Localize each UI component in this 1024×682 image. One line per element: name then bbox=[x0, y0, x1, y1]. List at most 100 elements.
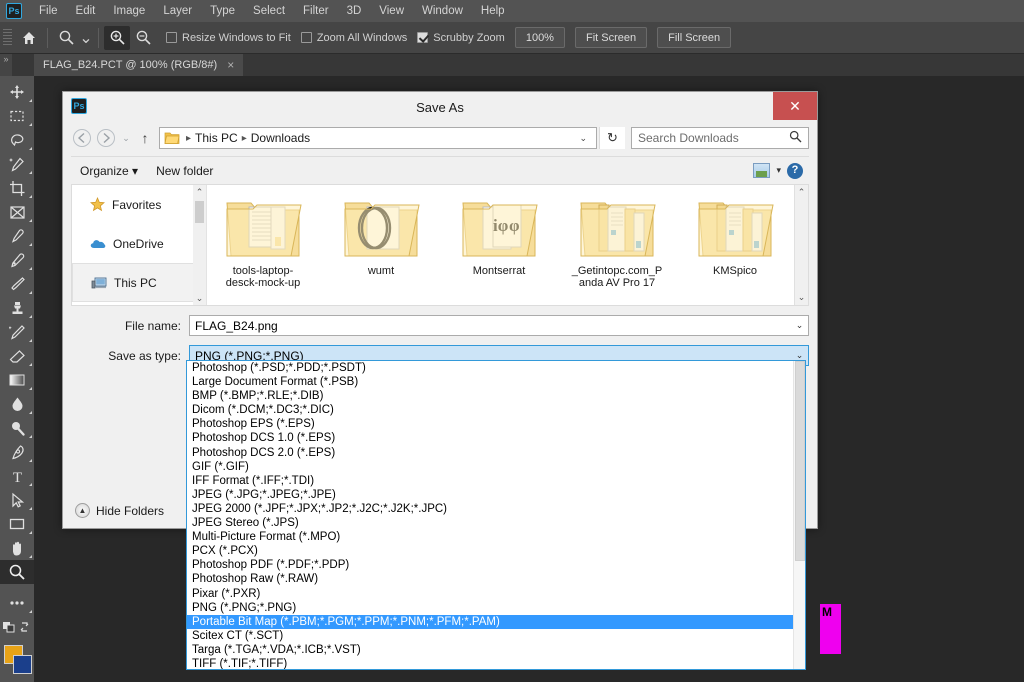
forward-button[interactable] bbox=[95, 127, 117, 149]
dropdown-option[interactable]: Photoshop Raw (*.RAW) bbox=[187, 572, 793, 586]
menu-filter[interactable]: Filter bbox=[294, 0, 338, 22]
checkbox-scrubby-zoom[interactable]: Scrubby Zoom bbox=[417, 32, 505, 44]
file-name-input[interactable]: FLAG_B24.png ⌄ bbox=[189, 315, 809, 336]
checkbox-zoom-all-windows[interactable]: Zoom All Windows bbox=[301, 32, 407, 44]
menu-window[interactable]: Window bbox=[413, 0, 472, 22]
spot-healing-brush-tool[interactable] bbox=[0, 248, 34, 272]
button-fill-screen[interactable]: Fill Screen bbox=[657, 27, 731, 48]
dropdown-option[interactable]: Photoshop DCS 1.0 (*.EPS) bbox=[187, 431, 793, 445]
menu-3d[interactable]: 3D bbox=[338, 0, 371, 22]
pen-tool[interactable] bbox=[0, 440, 34, 464]
view-layout-icon[interactable] bbox=[753, 163, 770, 178]
options-bar-grip[interactable] bbox=[3, 29, 12, 47]
dropdown-option[interactable]: IFF Format (*.IFF;*.TDI) bbox=[187, 474, 793, 488]
file-item[interactable]: iφφMontserrat bbox=[453, 191, 545, 289]
scrollbar-thumb[interactable] bbox=[195, 201, 204, 223]
breadcrumb-item-this-pc[interactable]: This PC bbox=[193, 131, 240, 145]
nav-item-onedrive[interactable]: OneDrive bbox=[72, 224, 206, 263]
chevron-down-icon[interactable]: ⌄ bbox=[572, 133, 594, 144]
scroll-up-icon[interactable]: ⌃ bbox=[795, 185, 808, 200]
new-folder-button[interactable]: New folder bbox=[147, 158, 222, 184]
lasso-tool[interactable] bbox=[0, 128, 34, 152]
dropdown-option[interactable]: Scitex CT (*.SCT) bbox=[187, 629, 793, 643]
eyedropper-tool[interactable] bbox=[0, 224, 34, 248]
dropdown-option[interactable]: Photoshop EPS (*.EPS) bbox=[187, 417, 793, 431]
dropdown-option[interactable]: TIFF (*.TIF;*.TIFF) bbox=[187, 657, 793, 670]
dropdown-option[interactable]: Photoshop (*.PSD;*.PDD;*.PSDT) bbox=[187, 361, 793, 375]
brush-tool[interactable] bbox=[0, 272, 34, 296]
recent-locations-icon[interactable]: ⌄ bbox=[119, 127, 133, 149]
rectangular-marquee-tool[interactable] bbox=[0, 104, 34, 128]
button-fit-screen[interactable]: Fit Screen bbox=[575, 27, 647, 48]
help-icon[interactable]: ? bbox=[787, 163, 803, 179]
gradient-tool[interactable] bbox=[0, 368, 34, 392]
hide-folders-button[interactable]: ▲ Hide Folders bbox=[75, 503, 164, 518]
up-one-level-button[interactable]: ↑ bbox=[135, 127, 155, 149]
close-icon[interactable]: ✕ bbox=[773, 92, 817, 120]
dropdown-option[interactable]: Multi-Picture Format (*.MPO) bbox=[187, 530, 793, 544]
menu-file[interactable]: File bbox=[30, 0, 67, 22]
blur-tool[interactable] bbox=[0, 392, 34, 416]
dodge-tool[interactable] bbox=[0, 416, 34, 440]
checkbox-box[interactable] bbox=[417, 32, 428, 43]
button-100[interactable]: 100% bbox=[515, 27, 565, 48]
search-input[interactable]: Search Downloads bbox=[638, 131, 739, 145]
menu-select[interactable]: Select bbox=[244, 0, 294, 22]
clone-stamp-tool[interactable] bbox=[0, 296, 34, 320]
zoom-in-icon[interactable] bbox=[104, 26, 130, 50]
dropdown-option[interactable]: Dicom (*.DCM;*.DC3;*.DIC) bbox=[187, 403, 793, 417]
background-color-swatch[interactable] bbox=[13, 655, 32, 674]
breadcrumb[interactable]: ▸This PC▸Downloads bbox=[184, 131, 312, 145]
checkbox-box[interactable] bbox=[166, 32, 177, 43]
color-swatches[interactable] bbox=[0, 643, 34, 677]
zoom-tool[interactable] bbox=[0, 560, 34, 584]
dropdown-option[interactable]: Photoshop DCS 2.0 (*.EPS) bbox=[187, 446, 793, 460]
frame-tool[interactable] bbox=[0, 200, 34, 224]
move-tool[interactable] bbox=[0, 80, 34, 104]
eraser-tool[interactable] bbox=[0, 344, 34, 368]
checkbox-resize-windows-to-fit[interactable]: Resize Windows to Fit bbox=[166, 32, 291, 44]
nav-pane-scrollbar[interactable]: ⌃ ⌄ bbox=[193, 185, 206, 305]
type-tool[interactable]: T bbox=[0, 464, 34, 488]
zoom-tool-preset-icon[interactable] bbox=[53, 26, 79, 50]
dropdown-option[interactable]: Pixar (*.PXR) bbox=[187, 587, 793, 601]
file-list-pane[interactable]: tools-laptop-desck-mock-upwumtiφφMontser… bbox=[207, 185, 808, 305]
back-button[interactable] bbox=[71, 127, 93, 149]
close-icon[interactable]: × bbox=[227, 58, 234, 72]
menu-help[interactable]: Help bbox=[472, 0, 514, 22]
zoom-out-icon[interactable] bbox=[130, 26, 156, 50]
dropdown-option[interactable]: Photoshop PDF (*.PDF;*.PDP) bbox=[187, 558, 793, 572]
search-box[interactable]: Search Downloads bbox=[631, 127, 809, 149]
home-icon[interactable] bbox=[16, 26, 42, 50]
dropdown-option[interactable]: PNG (*.PNG;*.PNG) bbox=[187, 601, 793, 615]
menu-image[interactable]: Image bbox=[104, 0, 154, 22]
hand-tool[interactable] bbox=[0, 536, 34, 560]
scrollbar-thumb[interactable] bbox=[795, 361, 805, 561]
rectangle-tool[interactable] bbox=[0, 512, 34, 536]
organize-button[interactable]: Organize ▾ bbox=[71, 158, 147, 184]
quick-selection-tool[interactable] bbox=[0, 152, 34, 176]
dropdown-option[interactable]: JPEG 2000 (*.JPF;*.JPX;*.JP2;*.J2C;*.J2K… bbox=[187, 502, 793, 516]
dropdown-option[interactable]: Targa (*.TGA;*.VDA;*.ICB;*.VST) bbox=[187, 643, 793, 657]
dropdown-option[interactable]: GIF (*.GIF) bbox=[187, 460, 793, 474]
file-item[interactable]: KMSpico bbox=[689, 191, 781, 289]
scroll-down-icon[interactable]: ⌄ bbox=[196, 291, 204, 305]
quick-mask-icon[interactable] bbox=[0, 677, 34, 682]
document-tab[interactable]: FLAG_B24.PCT @ 100% (RGB/8#) × bbox=[34, 54, 243, 76]
nav-item-favorites[interactable]: Favorites bbox=[72, 185, 206, 224]
file-item[interactable]: wumt bbox=[335, 191, 427, 289]
file-list-scrollbar[interactable]: ⌃ ⌄ bbox=[794, 185, 808, 305]
scroll-down-icon[interactable]: ⌄ bbox=[795, 290, 808, 305]
path-selection-tool[interactable] bbox=[0, 488, 34, 512]
dropdown-option[interactable]: BMP (*.BMP;*.RLE;*.DIB) bbox=[187, 389, 793, 403]
chevron-down-icon[interactable]: ▾ bbox=[776, 165, 781, 176]
menu-edit[interactable]: Edit bbox=[67, 0, 105, 22]
scroll-up-icon[interactable]: ⌃ bbox=[196, 185, 204, 199]
address-bar[interactable]: ▸This PC▸Downloads ⌄ bbox=[159, 127, 597, 149]
dropdown-option[interactable]: Large Document Format (*.PSB) bbox=[187, 375, 793, 389]
dropdown-option[interactable]: Portable Bit Map (*.PBM;*.PGM;*.PPM;*.PN… bbox=[187, 615, 793, 629]
edit-toolbar-icon[interactable] bbox=[0, 591, 34, 615]
dialog-title-bar[interactable]: Ps Save As ✕ bbox=[63, 92, 817, 122]
chevron-down-icon[interactable]: ⌄ bbox=[791, 320, 808, 331]
dropdown-option[interactable]: JPEG Stereo (*.JPS) bbox=[187, 516, 793, 530]
